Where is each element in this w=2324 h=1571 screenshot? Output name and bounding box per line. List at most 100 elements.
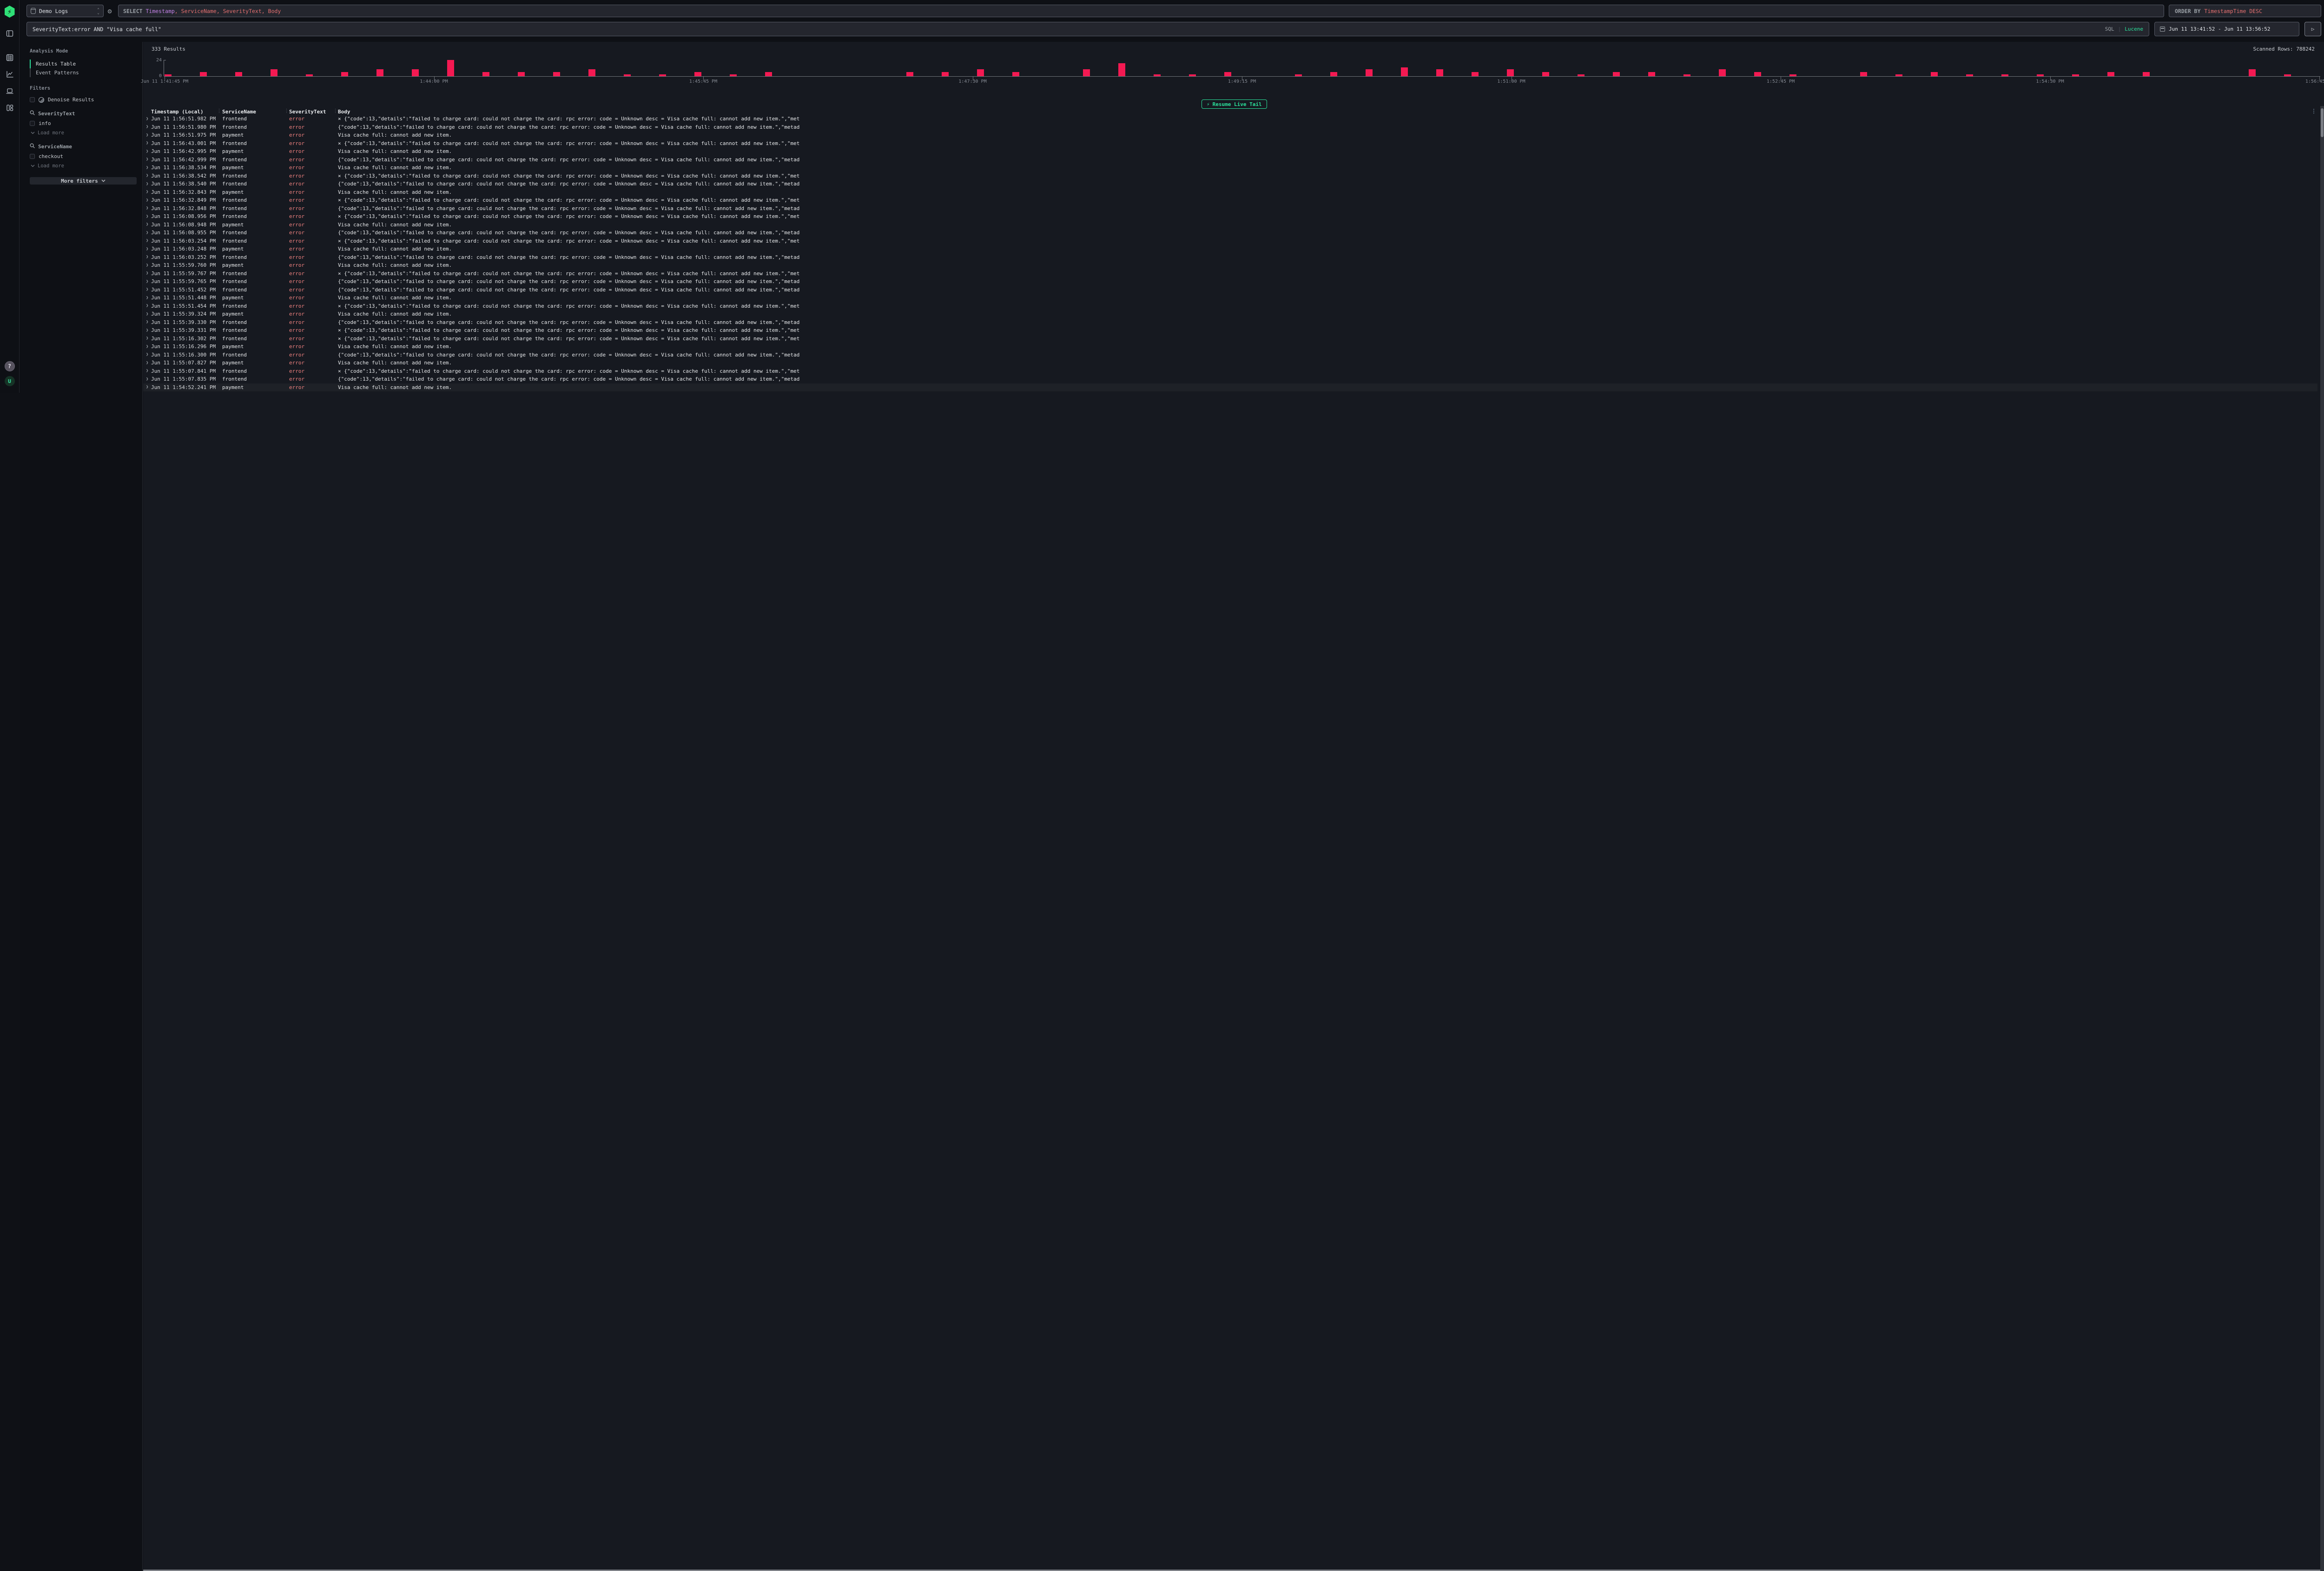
table-row[interactable]: ❯Jun 11 1:55:07.835 PMfrontenderror{"cod… bbox=[143, 375, 2317, 383]
row-expand-chevron-icon[interactable]: ❯ bbox=[146, 385, 148, 389]
table-header-menu-icon[interactable]: ⋮ bbox=[2311, 108, 2317, 114]
row-expand-chevron-icon[interactable]: ❯ bbox=[146, 377, 148, 382]
table-row[interactable]: ❯Jun 11 1:56:08.955 PMfrontenderror{"cod… bbox=[143, 229, 2317, 237]
table-row[interactable]: ❯Jun 11 1:55:39.331 PMfrontenderror× {"c… bbox=[143, 326, 2317, 335]
row-expand-chevron-icon[interactable]: ❯ bbox=[146, 287, 148, 292]
col-resize-handle[interactable]: ⋮ bbox=[217, 108, 222, 114]
filter-option-info[interactable]: info bbox=[30, 120, 137, 126]
horizontal-scrollbar[interactable] bbox=[143, 1570, 2320, 1571]
table-row[interactable]: ❯Jun 11 1:56:43.001 PMfrontenderror× {"c… bbox=[143, 139, 2317, 148]
load-more-servicename[interactable]: Load more bbox=[31, 163, 137, 169]
order-by-editor[interactable]: ORDER BY TimestampTime DESC bbox=[2169, 5, 2321, 17]
row-expand-chevron-icon[interactable]: ❯ bbox=[146, 173, 148, 178]
table-row[interactable]: ❯Jun 11 1:55:39.324 PMpaymenterrorVisa c… bbox=[143, 310, 2317, 318]
row-expand-chevron-icon[interactable]: ❯ bbox=[146, 328, 148, 333]
row-expand-chevron-icon[interactable]: ❯ bbox=[146, 157, 148, 162]
row-expand-chevron-icon[interactable]: ❯ bbox=[146, 336, 148, 341]
resume-live-tail-button[interactable]: ⚡ Resume Live Tail bbox=[1202, 99, 1267, 109]
col-resize-handle[interactable]: ⋮ bbox=[333, 108, 338, 114]
dashboard-icon[interactable] bbox=[5, 103, 14, 112]
row-expand-chevron-icon[interactable]: ❯ bbox=[146, 165, 148, 170]
row-expand-chevron-icon[interactable]: ❯ bbox=[146, 352, 148, 357]
table-row[interactable]: ❯Jun 11 1:55:51.452 PMfrontenderror{"cod… bbox=[143, 286, 2317, 294]
table-row[interactable]: ❯Jun 11 1:56:38.534 PMpaymenterrorVisa c… bbox=[143, 164, 2317, 172]
source-select[interactable]: Demo Logs ⌃⌄ bbox=[26, 5, 104, 17]
table-row[interactable]: ❯Jun 11 1:55:39.330 PMfrontenderror{"cod… bbox=[143, 318, 2317, 327]
table-row[interactable]: ❯Jun 11 1:55:16.300 PMfrontenderror{"cod… bbox=[143, 351, 2317, 359]
denoise-results-checkbox-row[interactable]: Denoise Results bbox=[30, 97, 137, 103]
row-expand-chevron-icon[interactable]: ❯ bbox=[146, 296, 148, 300]
table-row[interactable]: ❯Jun 11 1:55:51.448 PMpaymenterrorVisa c… bbox=[143, 294, 2317, 302]
table-row[interactable]: ❯Jun 11 1:55:59.765 PMfrontenderror{"cod… bbox=[143, 277, 2317, 286]
vertical-scrollbar[interactable] bbox=[2320, 106, 2324, 1571]
app-logo-lightning-icon[interactable]: ⚡ bbox=[5, 6, 15, 18]
run-query-button[interactable]: ▷ bbox=[2304, 22, 2321, 36]
table-row[interactable]: ❯Jun 11 1:56:51.982 PMfrontenderror× {"c… bbox=[143, 115, 2317, 123]
row-expand-chevron-icon[interactable]: ❯ bbox=[146, 247, 148, 251]
denoise-checkbox[interactable] bbox=[30, 97, 35, 102]
table-row[interactable]: ❯Jun 11 1:56:08.948 PMpaymenterrorVisa c… bbox=[143, 221, 2317, 229]
table-row[interactable]: ❯Jun 11 1:54:52.241 PMpaymenterrorVisa c… bbox=[143, 383, 2317, 392]
table-row[interactable]: ❯Jun 11 1:56:32.843 PMpaymenterrorVisa c… bbox=[143, 188, 2317, 197]
table-row[interactable]: ❯Jun 11 1:56:32.849 PMfrontenderror× {"c… bbox=[143, 196, 2317, 205]
load-more-severitytext[interactable]: Load more bbox=[31, 130, 137, 136]
row-expand-chevron-icon[interactable]: ❯ bbox=[146, 344, 148, 349]
table-row[interactable]: ❯Jun 11 1:56:38.542 PMfrontenderror× {"c… bbox=[143, 172, 2317, 180]
mode-lucene-button[interactable]: Lucene bbox=[2125, 26, 2143, 32]
search-logs-journal-icon[interactable] bbox=[5, 53, 14, 62]
laptop-icon[interactable] bbox=[5, 86, 14, 96]
table-row[interactable]: ❯Jun 11 1:55:07.841 PMfrontenderror× {"c… bbox=[143, 367, 2317, 376]
row-expand-chevron-icon[interactable]: ❯ bbox=[146, 304, 148, 308]
row-expand-chevron-icon[interactable]: ❯ bbox=[146, 206, 148, 211]
row-expand-chevron-icon[interactable]: ❯ bbox=[146, 190, 148, 194]
row-expand-chevron-icon[interactable]: ❯ bbox=[146, 149, 148, 154]
table-row[interactable]: ❯Jun 11 1:56:38.540 PMfrontenderror{"cod… bbox=[143, 180, 2317, 188]
analysis-mode-event-patterns[interactable]: Event Patterns bbox=[30, 68, 137, 77]
row-expand-chevron-icon[interactable]: ❯ bbox=[146, 198, 148, 203]
row-expand-chevron-icon[interactable]: ❯ bbox=[146, 238, 148, 243]
row-expand-chevron-icon[interactable]: ❯ bbox=[146, 182, 148, 186]
row-expand-chevron-icon[interactable]: ❯ bbox=[146, 133, 148, 138]
checkbox[interactable] bbox=[30, 121, 35, 126]
row-expand-chevron-icon[interactable]: ❯ bbox=[146, 125, 148, 129]
row-expand-chevron-icon[interactable]: ❯ bbox=[146, 231, 148, 235]
table-row[interactable]: ❯Jun 11 1:56:51.975 PMpaymenterrorVisa c… bbox=[143, 131, 2317, 139]
row-expand-chevron-icon[interactable]: ❯ bbox=[146, 263, 148, 268]
row-expand-chevron-icon[interactable]: ❯ bbox=[146, 320, 148, 324]
table-row[interactable]: ❯Jun 11 1:56:42.999 PMfrontenderror{"cod… bbox=[143, 156, 2317, 164]
row-expand-chevron-icon[interactable]: ❯ bbox=[146, 117, 148, 121]
select-clause-editor[interactable]: SELECT Timestamp, ServiceName, SeverityT… bbox=[118, 5, 2164, 17]
row-expand-chevron-icon[interactable]: ❯ bbox=[146, 279, 148, 284]
table-row[interactable]: ❯Jun 11 1:56:42.995 PMpaymenterrorVisa c… bbox=[143, 147, 2317, 156]
table-row[interactable]: ❯Jun 11 1:55:16.296 PMpaymenterrorVisa c… bbox=[143, 343, 2317, 351]
filter-option-checkout[interactable]: checkout bbox=[30, 153, 137, 159]
row-expand-chevron-icon[interactable]: ❯ bbox=[146, 141, 148, 145]
table-row[interactable]: ❯Jun 11 1:56:03.252 PMfrontenderror{"cod… bbox=[143, 253, 2317, 262]
more-filters-button[interactable]: More filters bbox=[30, 177, 137, 185]
table-row[interactable]: ❯Jun 11 1:56:03.254 PMfrontenderror× {"c… bbox=[143, 237, 2317, 245]
row-expand-chevron-icon[interactable]: ❯ bbox=[146, 369, 148, 373]
row-expand-chevron-icon[interactable]: ❯ bbox=[146, 271, 148, 276]
checkbox[interactable] bbox=[30, 154, 35, 159]
table-row[interactable]: ❯Jun 11 1:55:16.302 PMfrontenderror× {"c… bbox=[143, 335, 2317, 343]
panel-toggle-icon[interactable] bbox=[5, 29, 14, 38]
table-row[interactable]: ❯Jun 11 1:55:59.760 PMpaymenterrorVisa c… bbox=[143, 261, 2317, 270]
user-avatar[interactable]: U bbox=[5, 376, 15, 386]
row-expand-chevron-icon[interactable]: ❯ bbox=[146, 312, 148, 317]
source-settings-gear-icon[interactable]: ⚙ bbox=[104, 5, 116, 17]
table-row[interactable]: ❯Jun 11 1:55:07.827 PMpaymenterrorVisa c… bbox=[143, 359, 2317, 367]
table-row[interactable]: ❯Jun 11 1:55:51.454 PMfrontenderror× {"c… bbox=[143, 302, 2317, 310]
table-row[interactable]: ❯Jun 11 1:56:51.980 PMfrontenderror{"cod… bbox=[143, 123, 2317, 132]
time-range-picker[interactable]: Jun 11 13:41:52 - Jun 11 13:56:52 bbox=[2154, 22, 2299, 36]
results-histogram[interactable]: 24 0 Jun 11 1:41:45 PM1:44:00 PM1:45:45 … bbox=[143, 56, 2324, 86]
analysis-mode-results-table[interactable]: Results Table bbox=[30, 59, 137, 68]
mode-sql-button[interactable]: SQL bbox=[2105, 26, 2114, 32]
row-expand-chevron-icon[interactable]: ❯ bbox=[146, 361, 148, 365]
chart-line-icon[interactable] bbox=[5, 70, 14, 79]
table-row[interactable]: ❯Jun 11 1:56:03.248 PMpaymenterrorVisa c… bbox=[143, 245, 2317, 253]
vertical-scrollbar-thumb[interactable] bbox=[2321, 108, 2324, 137]
row-expand-chevron-icon[interactable]: ❯ bbox=[146, 214, 148, 219]
help-button[interactable]: ? bbox=[5, 361, 15, 371]
table-row[interactable]: ❯Jun 11 1:56:32.848 PMfrontenderror{"cod… bbox=[143, 205, 2317, 213]
search-input[interactable]: SeverityText:error AND "Visa cache full"… bbox=[26, 22, 2149, 36]
